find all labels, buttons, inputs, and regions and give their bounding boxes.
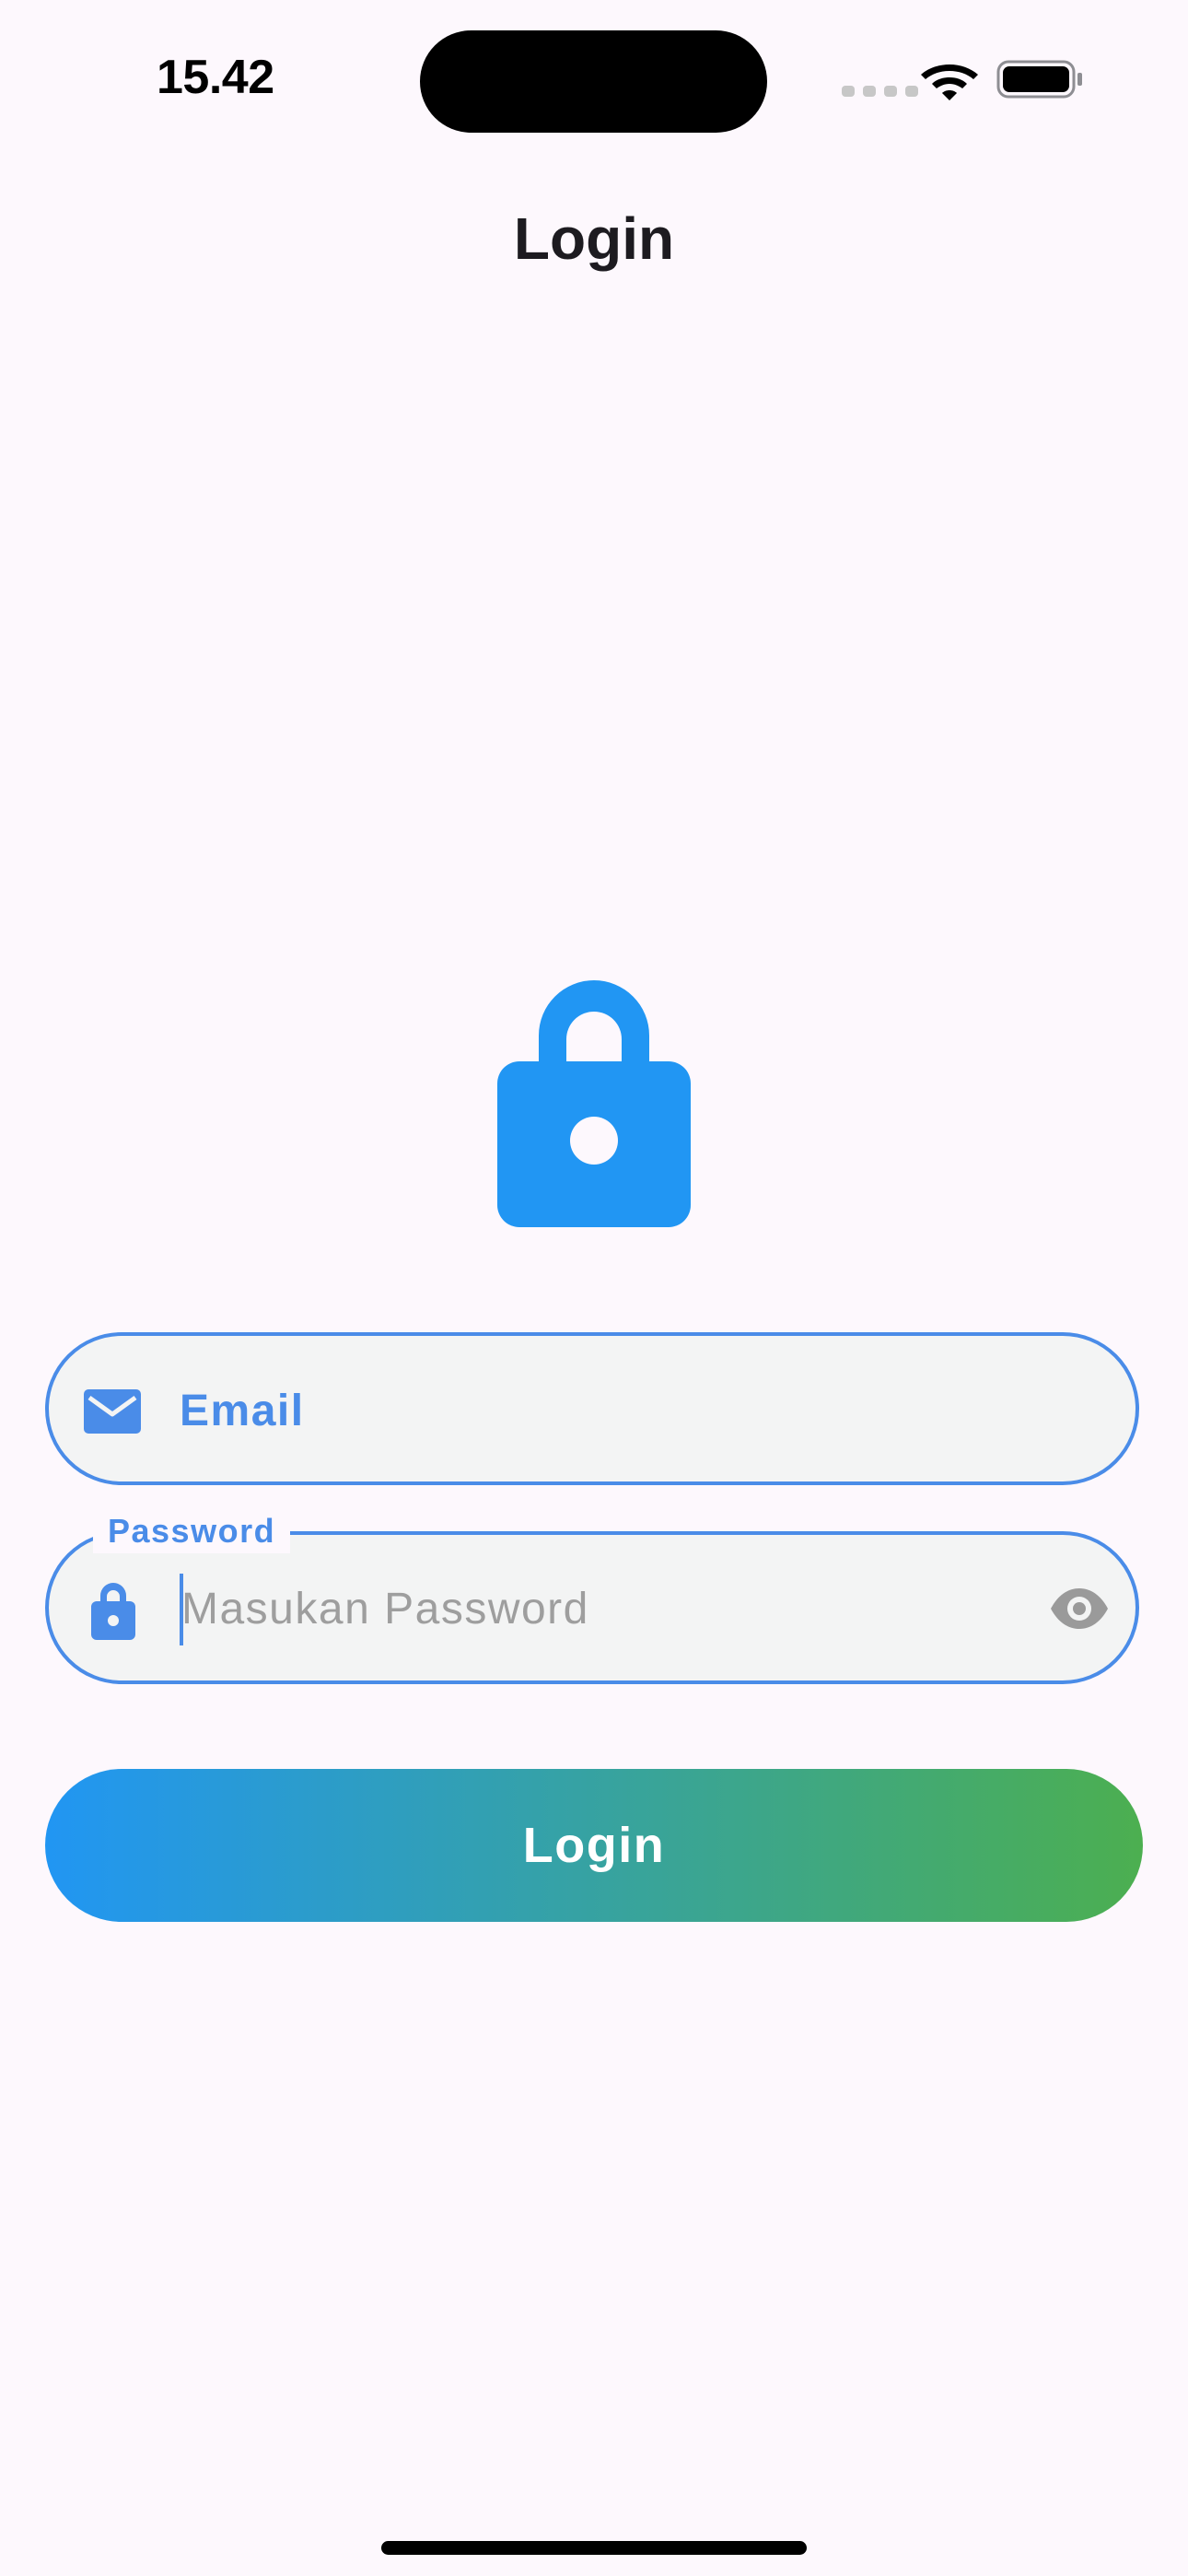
cellular-signal-icon xyxy=(842,86,918,97)
wifi-icon xyxy=(921,64,978,100)
mail-icon xyxy=(84,1389,141,1434)
login-button-label: Login xyxy=(522,1818,666,1873)
email-label: Email xyxy=(180,1387,305,1435)
password-label: Password xyxy=(93,1509,291,1553)
eye-icon[interactable] xyxy=(1049,1587,1110,1631)
email-field[interactable]: Email xyxy=(45,1332,1139,1485)
dynamic-island xyxy=(420,30,767,133)
battery-icon xyxy=(996,60,1082,99)
lock-icon xyxy=(91,1583,135,1640)
home-indicator[interactable] xyxy=(381,2541,807,2555)
login-button[interactable]: Login xyxy=(45,1769,1143,1922)
lock-icon xyxy=(497,980,691,1227)
page-title: Login xyxy=(513,205,675,272)
password-field[interactable]: Password xyxy=(45,1509,1139,1684)
status-bar-time: 15.42 xyxy=(157,51,274,104)
password-input[interactable] xyxy=(181,1572,1010,1645)
